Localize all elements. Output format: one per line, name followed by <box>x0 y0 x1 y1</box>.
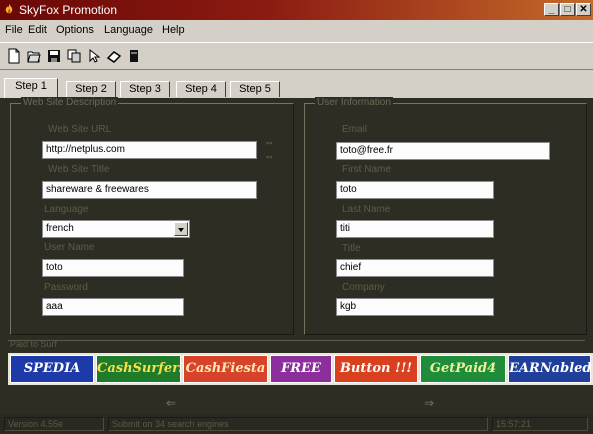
tab-step-2[interactable]: Step 2 <box>66 81 116 97</box>
paid-section-label: Paid to Surf <box>10 339 58 349</box>
window-controls: _ □ ✕ <box>544 3 591 16</box>
user-panel-legend: User Information <box>315 97 393 108</box>
banner-spedia[interactable]: SPEDIA <box>10 355 94 383</box>
language-label: Language <box>44 204 89 215</box>
menu-options[interactable]: Options <box>56 24 94 36</box>
title-label: Web Site Title <box>48 164 110 175</box>
url-hint-mark-2: ▪▪ <box>266 152 273 162</box>
url-hint-mark: ▪▪ <box>266 138 273 148</box>
language-value: french <box>46 223 74 234</box>
save-icon[interactable] <box>46 48 62 64</box>
email-field[interactable]: toto@free.fr <box>336 142 550 160</box>
menu-file[interactable]: File <box>5 24 23 36</box>
menu-language[interactable]: Language <box>104 24 153 36</box>
url-field[interactable]: http://netplus.com <box>42 141 257 159</box>
status-bar: Version 4.55e Submit on 34 search engine… <box>0 414 593 434</box>
company-field[interactable]: kgb <box>336 298 494 316</box>
book-icon[interactable] <box>126 48 142 64</box>
password-label: Password <box>44 282 88 293</box>
open-icon[interactable] <box>26 48 42 64</box>
banner-getpaid4[interactable]: GetPaid4 <box>420 355 506 383</box>
site-title-field[interactable]: shareware & freewares <box>42 181 257 199</box>
last-name-label: Last Name <box>342 204 391 215</box>
new-document-icon[interactable] <box>6 48 22 64</box>
toolbar <box>0 42 593 70</box>
close-button[interactable]: ✕ <box>576 3 591 16</box>
next-arrow-icon[interactable]: ⇒ <box>424 396 434 410</box>
username-label: User Name <box>44 242 95 253</box>
first-name-field[interactable]: toto <box>336 181 494 199</box>
menu-edit[interactable]: Edit <box>28 24 47 36</box>
app-window: SkyFox Promotion _ □ ✕ File Edit Options… <box>0 0 593 434</box>
banner-button[interactable]: Button !!! <box>334 355 418 383</box>
banner-cashfiesta[interactable]: CashFiesta <box>183 355 268 383</box>
title-bar[interactable]: SkyFox Promotion _ □ ✕ <box>0 0 593 20</box>
status-version: Version 4.55e <box>4 417 104 431</box>
tab-step-4[interactable]: Step 4 <box>176 81 226 97</box>
tab-step-5[interactable]: Step 5 <box>230 81 280 97</box>
navigation-row: ⇐ ⇒ <box>0 388 593 414</box>
job-title-label: Title <box>342 243 361 254</box>
status-message: Submit on 34 search engines <box>108 417 488 431</box>
last-name-field[interactable]: titi <box>336 220 494 238</box>
banner-earnabled[interactable]: EARNabled <box>508 355 591 383</box>
email-label: Email <box>342 124 368 135</box>
company-label: Company <box>342 282 385 293</box>
app-flame-icon <box>5 4 13 14</box>
cursor-icon[interactable] <box>86 48 102 64</box>
previous-arrow-icon[interactable]: ⇐ <box>166 396 176 410</box>
eraser-icon[interactable] <box>106 48 122 64</box>
url-label: Web Site URL <box>48 124 112 135</box>
step-tabs: Step 1 Step 2 Step 3 Step 4 Step 5 <box>0 70 593 98</box>
site-panel-legend: Web Site Description <box>21 97 119 108</box>
minimize-button[interactable]: _ <box>544 3 559 16</box>
window-title: SkyFox Promotion <box>19 3 118 17</box>
banner-cashsurfers[interactable]: CashSurfers <box>96 355 181 383</box>
username-field[interactable]: toto <box>42 259 184 277</box>
copy-icon[interactable] <box>66 48 82 64</box>
maximize-button[interactable]: □ <box>560 3 575 16</box>
status-time: 15:57:21 <box>492 417 588 431</box>
tab-step-1[interactable]: Step 1 <box>4 78 58 98</box>
tab-step-3[interactable]: Step 3 <box>120 81 170 97</box>
menu-bar: File Edit Options Language Help <box>0 20 593 42</box>
language-select[interactable]: french <box>42 220 190 238</box>
first-name-label: First Name <box>342 164 391 175</box>
paid-section-divider <box>8 340 585 341</box>
banner-free[interactable]: FREE <box>270 355 332 383</box>
password-field[interactable]: aaa <box>42 298 184 316</box>
chevron-down-icon[interactable] <box>174 222 188 236</box>
job-title-field[interactable]: chief <box>336 259 494 277</box>
menu-help[interactable]: Help <box>162 24 185 36</box>
